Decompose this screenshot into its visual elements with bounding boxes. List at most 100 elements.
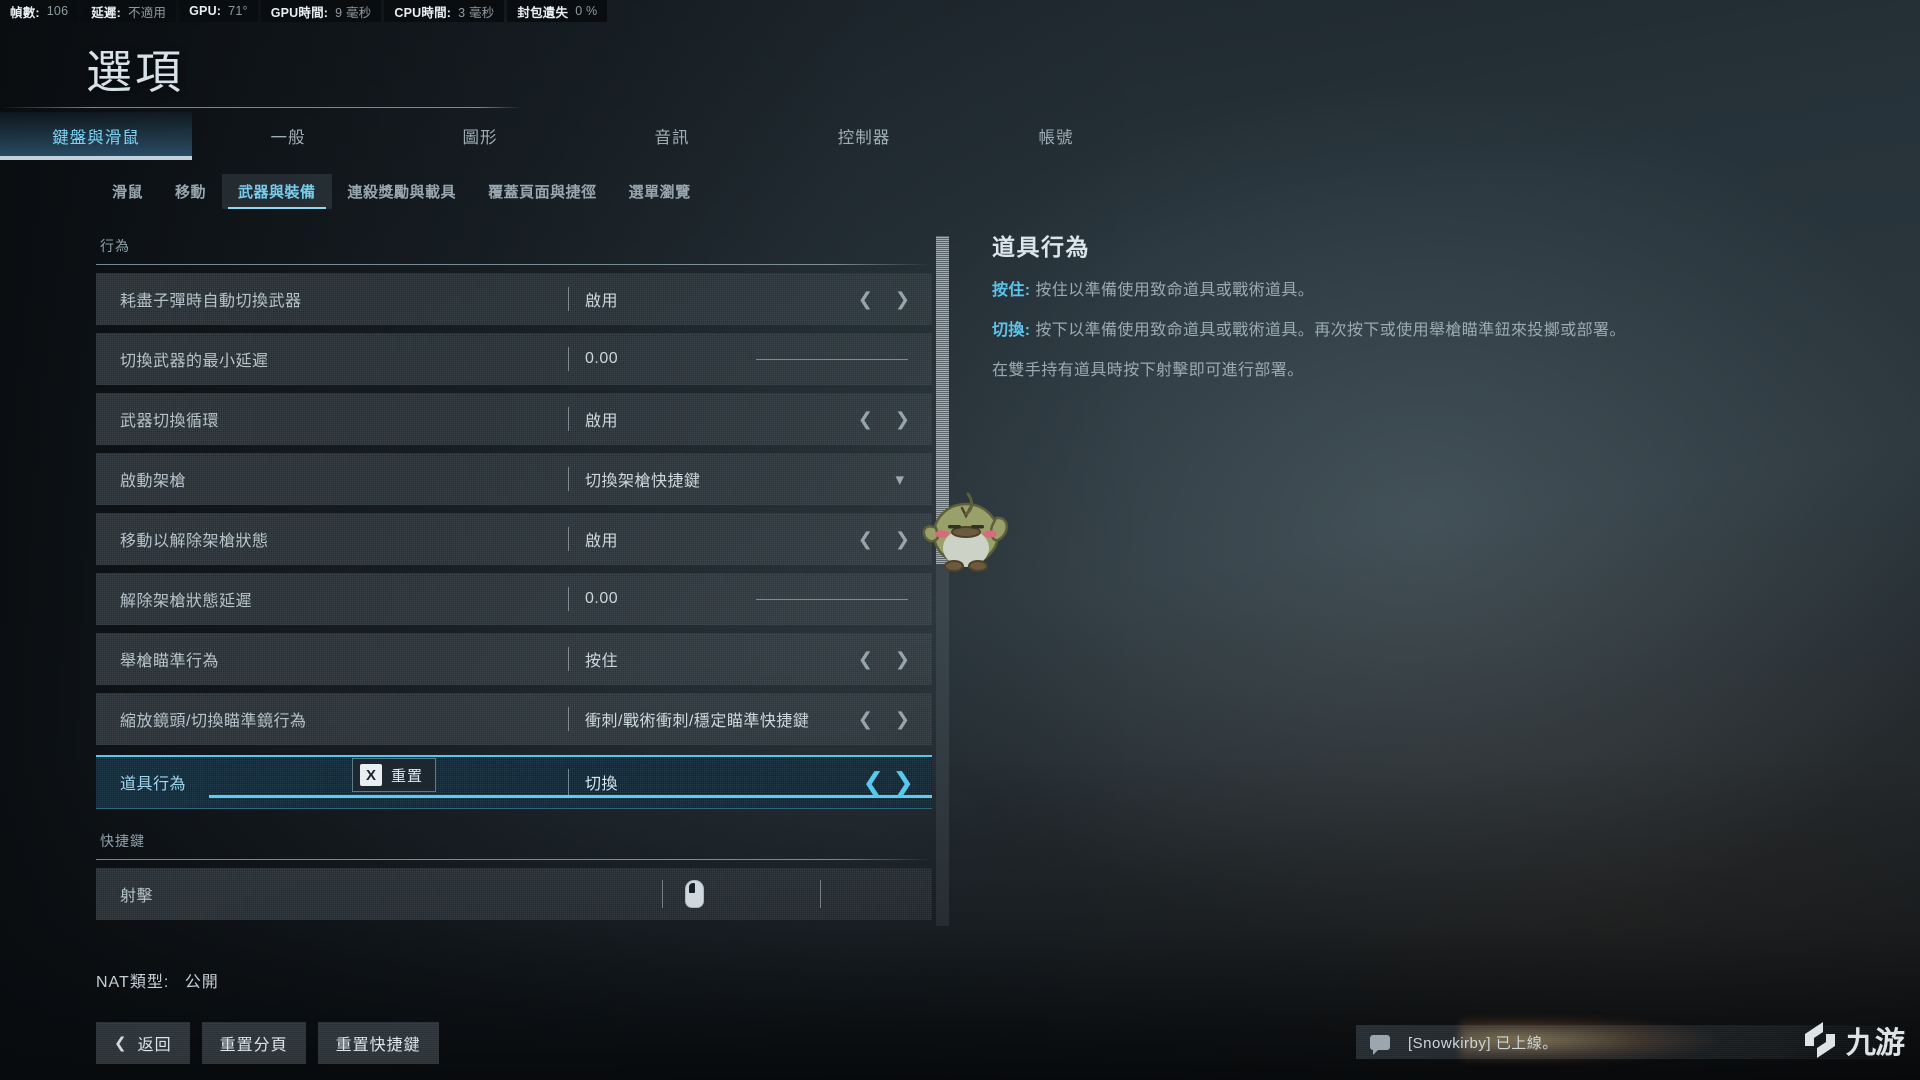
subtab-label: 覆蓋頁面與捷徑 bbox=[488, 183, 597, 201]
stepper-prev-arrow-icon[interactable]: ❮ bbox=[862, 769, 884, 795]
mouse-left-button-icon[interactable] bbox=[685, 880, 704, 908]
footer-button-label: 重置分頁 bbox=[219, 1037, 288, 1054]
site-watermark: 九游 bbox=[1801, 1018, 1905, 1062]
footer-button-label: 重置快捷鍵 bbox=[335, 1037, 421, 1054]
setting-row-6[interactable]: 舉槍瞄準行為 按住 ❮ ❯ bbox=[96, 633, 932, 685]
tab-label: 鍵盤與滑鼠 bbox=[52, 129, 140, 147]
description-entry-0: 按住: 按住以準備使用致命道具或戰術道具。 bbox=[992, 279, 1752, 302]
subtab-1[interactable]: 移動 bbox=[159, 174, 222, 209]
setting-label: 解除架槍狀態延遲 bbox=[120, 593, 253, 610]
tab-label: 一般 bbox=[270, 129, 306, 147]
tab-5[interactable]: 帳號 bbox=[960, 112, 1152, 160]
setting-label: 切換武器的最小延遲 bbox=[120, 353, 269, 370]
setting-row-0[interactable]: 耗盡子彈時自動切換武器 啟用 ❮ ❯ bbox=[96, 273, 932, 325]
perf-stat-3: GPU時間: 9 毫秒 bbox=[260, 0, 382, 22]
main-tab-bar[interactable]: 鍵盤與滑鼠 一般 圖形 音訊 控制器 帳號 bbox=[0, 112, 1920, 160]
tab-label: 控制器 bbox=[837, 129, 891, 147]
value-divider bbox=[568, 707, 569, 731]
slider-track[interactable] bbox=[756, 358, 908, 360]
sub-tab-bar[interactable]: 滑鼠 移動 武器與裝備 連殺獎勵與載具 覆蓋頁面與捷徑 選單瀏覽 bbox=[96, 172, 707, 210]
setting-row-2[interactable]: 武器切換循環 啟用 ❮ ❯ bbox=[96, 393, 932, 445]
selected-underline-fill bbox=[209, 795, 932, 798]
stepper-arrows[interactable]: ❮ ❯ bbox=[858, 710, 910, 728]
perf-stat-1: 延遲: 不適用 bbox=[81, 0, 177, 22]
setting-value: 啟用 bbox=[585, 533, 619, 550]
footer-button-bar[interactable]: ❮ 返回 重置分頁 重置快捷鍵 bbox=[96, 1022, 439, 1064]
perf-stat-value: 3 毫秒 bbox=[458, 5, 495, 20]
section-divider-behavior bbox=[96, 264, 932, 265]
stepper-prev-arrow-icon[interactable]: ❮ bbox=[858, 290, 873, 308]
stepper-prev-arrow-icon[interactable]: ❮ bbox=[858, 530, 873, 548]
setting-row-5[interactable]: 解除架槍狀態延遲 0.00 bbox=[96, 573, 932, 625]
description-entries: 按住: 按住以準備使用致命道具或戰術道具。 切換: 按下以準備使用致命道具或戰術道… bbox=[992, 279, 1752, 342]
stepper-prev-arrow-icon[interactable]: ❮ bbox=[858, 650, 873, 668]
nat-type-status: NAT類型: 公開 bbox=[96, 968, 219, 992]
keybind-row-0[interactable]: 射擊 bbox=[96, 868, 932, 920]
subtab-3[interactable]: 連殺獎勵與載具 bbox=[332, 174, 473, 209]
reset-hint-tooltip[interactable]: X 重置 bbox=[352, 758, 437, 792]
stepper-next-arrow-icon[interactable]: ❯ bbox=[892, 769, 914, 795]
chevron-down-icon[interactable]: ▾ bbox=[895, 471, 904, 488]
section-divider-keybinds bbox=[96, 859, 932, 860]
stepper-next-arrow-icon[interactable]: ❯ bbox=[895, 290, 910, 308]
keybind-rows[interactable]: 射擊 bbox=[96, 868, 932, 920]
description-note: 在雙手持有道具時按下射擊即可進行部署。 bbox=[992, 362, 1304, 380]
subtab-0[interactable]: 滑鼠 bbox=[96, 174, 159, 209]
subtab-2[interactable]: 武器與裝備 bbox=[222, 173, 332, 209]
page-title: 選項 bbox=[86, 46, 184, 98]
footer-button-0[interactable]: ❮ 返回 bbox=[96, 1022, 190, 1064]
tab-0[interactable]: 鍵盤與滑鼠 bbox=[0, 112, 192, 160]
setting-label: 武器切換循環 bbox=[120, 413, 220, 430]
tab-1[interactable]: 一般 bbox=[192, 112, 384, 160]
stepper-next-arrow-icon[interactable]: ❯ bbox=[895, 650, 910, 668]
settings-list[interactable]: 行為 耗盡子彈時自動切換武器 啟用 ❮ ❯ 切換武器的最小延遲 0.00 武器切換循環 啟用 ❮… bbox=[96, 236, 932, 926]
setting-row-8[interactable]: 道具行為 切換 ❮ ❯ bbox=[96, 755, 932, 809]
perf-stat-key: 幀數: bbox=[10, 5, 40, 20]
performance-overlay: 幀數: 106 延遲: 不適用 GPU: 71° GPU時間: 9 毫秒 CPU時間: 3 毫秒封… bbox=[0, 0, 610, 22]
slider-track[interactable] bbox=[756, 598, 908, 600]
description-entry-key: 按住: bbox=[992, 282, 1031, 299]
settings-rows[interactable]: 耗盡子彈時自動切換武器 啟用 ❮ ❯ 切換武器的最小延遲 0.00 武器切換循環 啟用 ❮ ❯ 啟動… bbox=[96, 273, 932, 809]
perf-stat-value: 106 bbox=[46, 4, 69, 18]
stepper-arrows[interactable]: ❮ ❯ bbox=[858, 650, 910, 668]
value-divider bbox=[568, 467, 569, 491]
setting-row-7[interactable]: 縮放鏡頭/切換瞄準鏡行為 衝刺/戰術衝刺/穩定瞄準快捷鍵 ❮ ❯ bbox=[96, 693, 932, 745]
setting-value: 衝刺/戰術衝刺/穩定瞄準快捷鍵 bbox=[585, 713, 810, 730]
stepper-next-arrow-icon[interactable]: ❯ bbox=[895, 530, 910, 548]
tab-4[interactable]: 控制器 bbox=[768, 112, 960, 160]
perf-stat-key: 延遲: bbox=[91, 5, 121, 20]
stepper-next-arrow-icon[interactable]: ❯ bbox=[895, 710, 910, 728]
footer-button-1[interactable]: 重置分頁 bbox=[201, 1022, 306, 1064]
perf-stat-value: 9 毫秒 bbox=[335, 5, 372, 20]
section-header-behavior: 行為 bbox=[100, 238, 130, 254]
subtab-4[interactable]: 覆蓋頁面與捷徑 bbox=[472, 174, 613, 209]
stepper-arrows[interactable]: ❮ ❯ bbox=[862, 769, 914, 795]
description-entry-key: 切換: bbox=[992, 322, 1031, 340]
stepper-arrows[interactable]: ❮ ❯ bbox=[858, 290, 910, 308]
setting-value: 0.00 bbox=[585, 590, 619, 607]
custom-cursor-bird-icon bbox=[918, 488, 1014, 572]
settings-scrollbar-track[interactable] bbox=[936, 236, 949, 926]
chat-bubble-icon bbox=[1370, 1034, 1390, 1055]
footer-button-2[interactable]: 重置快捷鍵 bbox=[317, 1022, 439, 1064]
stepper-next-arrow-icon[interactable]: ❯ bbox=[895, 410, 910, 428]
tab-2[interactable]: 圖形 bbox=[384, 112, 576, 160]
setting-label: 舉槍瞄準行為 bbox=[120, 653, 220, 670]
setting-value: 切換 bbox=[585, 776, 619, 793]
tab-3[interactable]: 音訊 bbox=[576, 112, 768, 160]
perf-stat-4: CPU時間: 3 毫秒 bbox=[384, 0, 505, 22]
perf-stat-5: 封包遺失 0 % bbox=[507, 0, 608, 22]
setting-value: 0.00 bbox=[585, 350, 619, 367]
subtab-5[interactable]: 選單瀏覽 bbox=[613, 174, 707, 209]
stepper-arrows[interactable]: ❮ ❯ bbox=[858, 410, 910, 428]
setting-row-1[interactable]: 切換武器的最小延遲 0.00 bbox=[96, 333, 932, 385]
perf-stat-key: GPU: bbox=[189, 4, 222, 18]
reset-hint-label: 重置 bbox=[391, 767, 424, 785]
setting-row-3[interactable]: 啟動架槍 切換架槍快捷鍵 ▾ bbox=[96, 453, 932, 505]
stepper-prev-arrow-icon[interactable]: ❮ bbox=[858, 710, 873, 728]
description-entry-text: 按住以準備使用致命道具或戰術道具。 bbox=[1035, 282, 1315, 299]
reset-key-badge: X bbox=[360, 764, 382, 786]
stepper-arrows[interactable]: ❮ ❯ bbox=[858, 530, 910, 548]
setting-row-4[interactable]: 移動以解除架槍狀態 啟用 ❮ ❯ bbox=[96, 513, 932, 565]
stepper-prev-arrow-icon[interactable]: ❮ bbox=[858, 410, 873, 428]
